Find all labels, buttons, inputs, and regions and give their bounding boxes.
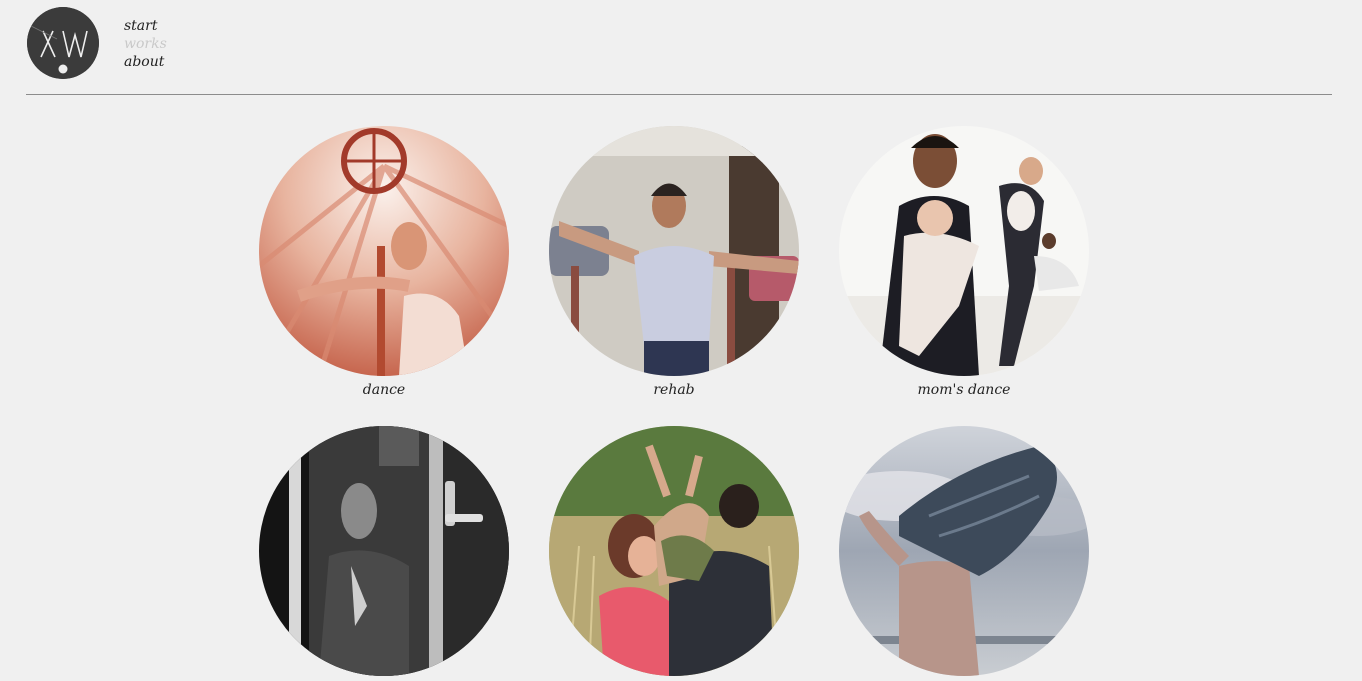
dance-photo[interactable] xyxy=(259,126,509,376)
door-portrait-photo[interactable] xyxy=(259,426,509,676)
site-header: start works about xyxy=(26,7,1332,95)
rehab-photo[interactable] xyxy=(549,126,799,376)
work-tile-6[interactable] xyxy=(839,426,1089,681)
header-divider xyxy=(26,94,1332,95)
main-nav: start works about xyxy=(124,17,167,71)
work-tile-moms-dance[interactable]: mom's dance xyxy=(839,126,1089,399)
work-tile-rehab[interactable]: rehab xyxy=(549,126,799,399)
family-photo[interactable] xyxy=(549,426,799,676)
work-caption[interactable]: dance xyxy=(259,381,509,399)
work-caption[interactable]: mom's dance xyxy=(839,381,1089,399)
work-caption[interactable]: rehab xyxy=(549,381,799,399)
nav-about[interactable]: about xyxy=(124,53,167,71)
work-tile-4[interactable] xyxy=(259,426,509,681)
nav-start[interactable]: start xyxy=(124,17,167,35)
moms-dance-photo[interactable] xyxy=(839,126,1089,376)
nav-works[interactable]: works xyxy=(124,35,167,53)
work-tile-dance[interactable]: dance xyxy=(259,126,509,399)
fabric-dancer-photo[interactable] xyxy=(839,426,1089,676)
site-logo[interactable] xyxy=(27,7,99,79)
work-tile-5[interactable] xyxy=(549,426,799,681)
